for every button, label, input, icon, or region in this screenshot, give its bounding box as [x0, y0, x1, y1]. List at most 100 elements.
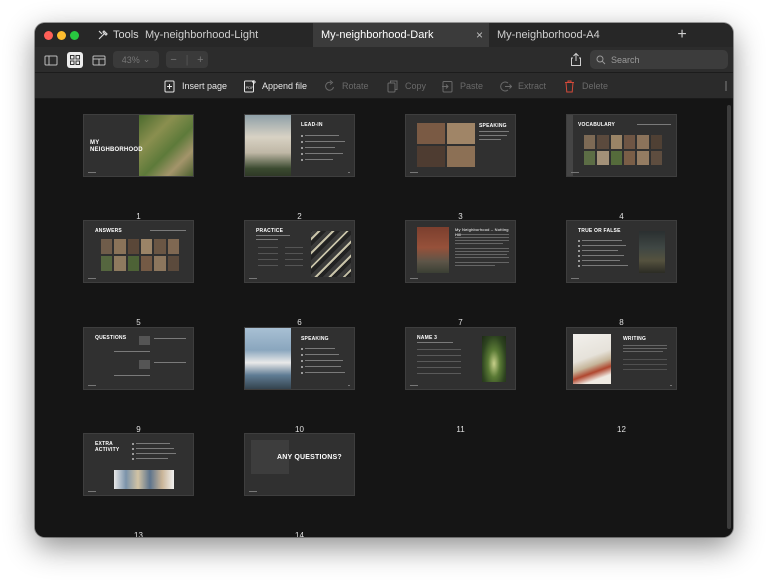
text-line [623, 345, 667, 346]
page-thumbnail[interactable]: My Neighborhood – Notting Hill [405, 220, 516, 283]
tab-my-neighborhood-a4[interactable]: My-neighborhood-A4 [489, 23, 665, 47]
text-line [150, 230, 186, 231]
insert-page-label: Insert page [182, 81, 228, 91]
vertical-scrollbar[interactable] [727, 105, 731, 529]
slide-footer [410, 385, 418, 386]
answer-line [285, 253, 303, 254]
answer-line [285, 259, 303, 260]
search-field[interactable] [590, 50, 728, 69]
text-line [417, 342, 453, 343]
slide-title: ANY QUESTIONS? [277, 454, 342, 461]
text-line [154, 338, 186, 339]
text-line [256, 239, 278, 240]
text-line [455, 254, 507, 255]
text-line [455, 248, 509, 249]
text-line [305, 360, 343, 361]
garden-path-photo [482, 336, 506, 382]
slide-footer [571, 278, 579, 279]
extract-button[interactable]: Extract [499, 78, 546, 94]
page-thumbnail[interactable]: TRUE OR FALSE [566, 220, 677, 283]
close-window-button[interactable] [44, 31, 53, 40]
page-thumbnail[interactable]: QUESTIONS [83, 327, 194, 390]
slide-footer [88, 491, 96, 492]
zoom-window-button[interactable] [70, 31, 79, 40]
append-file-button[interactable]: PDF Append file [243, 78, 307, 94]
page-number: 13 [134, 531, 143, 537]
staircase-photo [311, 231, 351, 277]
bullet [578, 250, 580, 252]
minimize-window-button[interactable] [57, 31, 66, 40]
paste-button[interactable]: Paste [441, 78, 483, 94]
page-view-icon[interactable] [91, 52, 107, 68]
bullet [301, 159, 303, 161]
page-thumbnail[interactable]: ANY QUESTIONS? [244, 433, 355, 496]
tools-button[interactable]: Tools [97, 27, 139, 43]
slide-title: LEAD-IN [301, 122, 323, 128]
close-tab-icon[interactable]: × [476, 28, 483, 42]
page-thumbnail[interactable]: SPEAKING [405, 114, 516, 177]
rotate-button[interactable]: Rotate [323, 78, 369, 94]
bullet [578, 255, 580, 257]
rotate-icon [325, 80, 334, 91]
zoom-in-button[interactable]: + [197, 54, 203, 66]
text-line [455, 262, 509, 263]
text-line [256, 235, 290, 236]
tab-my-neighborhood-dark[interactable]: My-neighborhood-Dark × [313, 23, 489, 47]
page-number: 8 [619, 318, 624, 327]
page-thumbnail[interactable]: PRACTICE [244, 220, 355, 283]
page-thumbnail[interactable]: SPEAKING [244, 327, 355, 390]
copy-icon [387, 80, 398, 93]
zoom-stepper[interactable]: − | + [166, 51, 208, 68]
insert-page-button[interactable]: Insert page [163, 78, 227, 94]
chevron-down-icon: ⌄ [142, 54, 151, 64]
text-line [582, 265, 628, 266]
search-input[interactable] [611, 54, 721, 65]
text-line [305, 372, 345, 373]
text-line [305, 147, 335, 148]
bullet [132, 443, 134, 445]
page-number: 14 [295, 531, 304, 537]
zoom-out-button[interactable]: − [170, 54, 176, 66]
text-line [305, 354, 339, 355]
page-thumbnail[interactable]: EXTRA ACTIVITY [83, 433, 194, 496]
page-thumbnail[interactable]: ANSWERS [83, 220, 194, 283]
page-thumbnail[interactable]: LEAD-IN [244, 114, 355, 177]
append-file-icon: PDF [244, 80, 256, 93]
text-line [455, 257, 509, 258]
bullet [578, 265, 580, 267]
door-photo [639, 231, 665, 273]
delete-button[interactable]: Delete [563, 78, 608, 94]
slide-footer [88, 385, 96, 386]
page-thumbnail[interactable]: VOCABULARY [566, 114, 677, 177]
slide-title: SPEAKING [479, 123, 507, 129]
bullet [132, 453, 134, 455]
resize-grip-icon[interactable] [725, 81, 727, 91]
tab-label: My-neighborhood-Dark [321, 29, 434, 41]
slide-title: MY NEIGHBORHOOD [90, 140, 143, 153]
tab-my-neighborhood-light[interactable]: My-neighborhood-Light [137, 23, 313, 47]
share-icon[interactable] [569, 52, 583, 67]
page-thumbnail[interactable]: WRITING [566, 327, 677, 390]
sidebar-toggle-icon[interactable] [43, 52, 59, 68]
new-tab-button[interactable]: + [672, 25, 692, 45]
question-box [139, 336, 150, 345]
page-actions-bar: Insert page PDF Append file Rotate Copy … [35, 73, 733, 99]
slide-title: PRACTICE [256, 228, 284, 234]
answer-line [417, 367, 461, 368]
text-line [136, 443, 170, 444]
app-window: Tools My-neighborhood-Light My-neighborh… [35, 23, 733, 537]
bullet [578, 245, 580, 247]
page-thumbnail[interactable]: MY NEIGHBORHOOD [83, 114, 194, 177]
grid-view-icon[interactable] [67, 52, 83, 68]
zoom-dropdown[interactable]: 43% ⌄ [113, 51, 159, 68]
slide-title: WRITING [623, 336, 647, 342]
bullet [301, 360, 303, 362]
page-thumbnail[interactable]: NAME 3 [405, 327, 516, 390]
page-number: 5 [136, 318, 141, 327]
bullet [301, 354, 303, 356]
slide-footer [670, 385, 672, 386]
copy-button[interactable]: Copy [386, 78, 426, 94]
website-screenshot [114, 470, 174, 489]
tools-label: Tools [113, 29, 139, 41]
slide-footer [88, 172, 96, 173]
